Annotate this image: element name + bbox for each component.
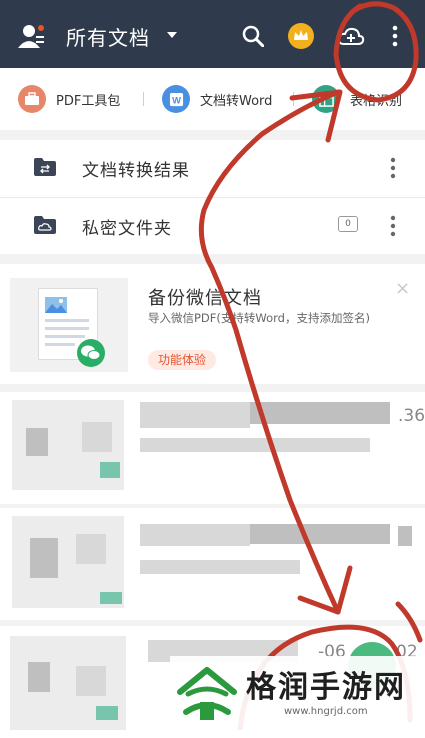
svg-text:W: W <box>172 95 181 105</box>
blurred-block <box>100 592 122 604</box>
card-description: 导入微信PDF(支持转Word，支持添加签名) <box>148 311 370 325</box>
house-logo-icon <box>177 667 237 720</box>
count-badge: 0 <box>338 216 358 232</box>
top-app-bar: 所有文档 <box>0 0 425 68</box>
blurred-text <box>250 402 390 424</box>
divider <box>143 92 144 106</box>
folder-convert-icon <box>34 158 56 176</box>
blurred-block <box>28 662 50 692</box>
card-title: 备份微信文档 <box>148 288 262 309</box>
briefcase-icon <box>18 85 46 113</box>
tool-pdf-toolkit[interactable]: PDF工具包 <box>18 84 120 114</box>
wechat-backup-card[interactable]: 备份微信文档 导入微信PDF(支持转Word，支持添加签名) 功能体验 × <box>0 264 425 384</box>
tool-label: PDF工具包 <box>56 93 121 109</box>
tool-label: 表格识别 <box>350 93 403 109</box>
blurred-text <box>140 560 300 574</box>
document-date-fragment: .36 <box>398 406 425 426</box>
watermark-url: www.hngrjd.com <box>284 706 368 717</box>
search-icon[interactable] <box>242 25 264 47</box>
document-row[interactable]: .36 <box>0 392 425 504</box>
blurred-block <box>82 422 112 452</box>
close-icon[interactable]: × <box>395 278 410 299</box>
wechat-icon <box>77 339 105 367</box>
blurred-block <box>76 534 106 564</box>
tool-doc-to-word[interactable]: W 文档转Word <box>162 84 272 114</box>
vip-crown-icon[interactable] <box>288 23 314 49</box>
folder-list: 文档转换结果 私密文件夹 0 <box>0 140 425 254</box>
account-icon[interactable] <box>18 24 46 48</box>
tools-bar: PDF工具包 W 文档转Word 表格识别 <box>0 68 425 130</box>
tool-label: 文档转Word <box>200 93 273 109</box>
divider <box>0 197 425 198</box>
feature-tag-button[interactable]: 功能体验 <box>148 350 217 370</box>
word-icon: W <box>162 85 190 113</box>
watermark-title: 格润手游网 <box>246 670 406 705</box>
card-thumbnail <box>10 278 128 372</box>
blurred-block <box>100 462 120 478</box>
blurred-text <box>140 438 370 452</box>
list-item-private-folder[interactable]: 私密文件夹 0 <box>0 198 425 254</box>
list-item-conversion-results[interactable]: 文档转换结果 <box>0 140 425 196</box>
tool-table-recognition[interactable]: 表格识别 <box>312 84 402 114</box>
blurred-text <box>140 524 250 546</box>
list-item-label: 私密文件夹 <box>82 219 172 239</box>
page-title[interactable]: 所有文档 <box>66 22 150 51</box>
divider <box>293 92 294 106</box>
blurred-block <box>398 526 412 546</box>
more-vertical-icon[interactable] <box>390 24 400 48</box>
more-vertical-icon[interactable] <box>390 156 396 180</box>
blurred-block <box>30 538 58 578</box>
list-item-label: 文档转换结果 <box>82 161 190 181</box>
blurred-text <box>140 402 250 428</box>
watermark: 格润手游网 www.hngrjd.com <box>170 656 425 730</box>
blurred-block <box>26 428 48 456</box>
document-row[interactable] <box>0 508 425 620</box>
blurred-block <box>96 706 118 720</box>
more-vertical-icon[interactable] <box>390 214 396 238</box>
folder-cloud-icon <box>34 216 56 234</box>
cloud-upload-icon[interactable] <box>337 24 365 48</box>
table-icon <box>312 85 340 113</box>
chevron-down-icon[interactable] <box>167 32 177 38</box>
blurred-block <box>76 666 106 696</box>
blurred-text <box>250 524 390 544</box>
